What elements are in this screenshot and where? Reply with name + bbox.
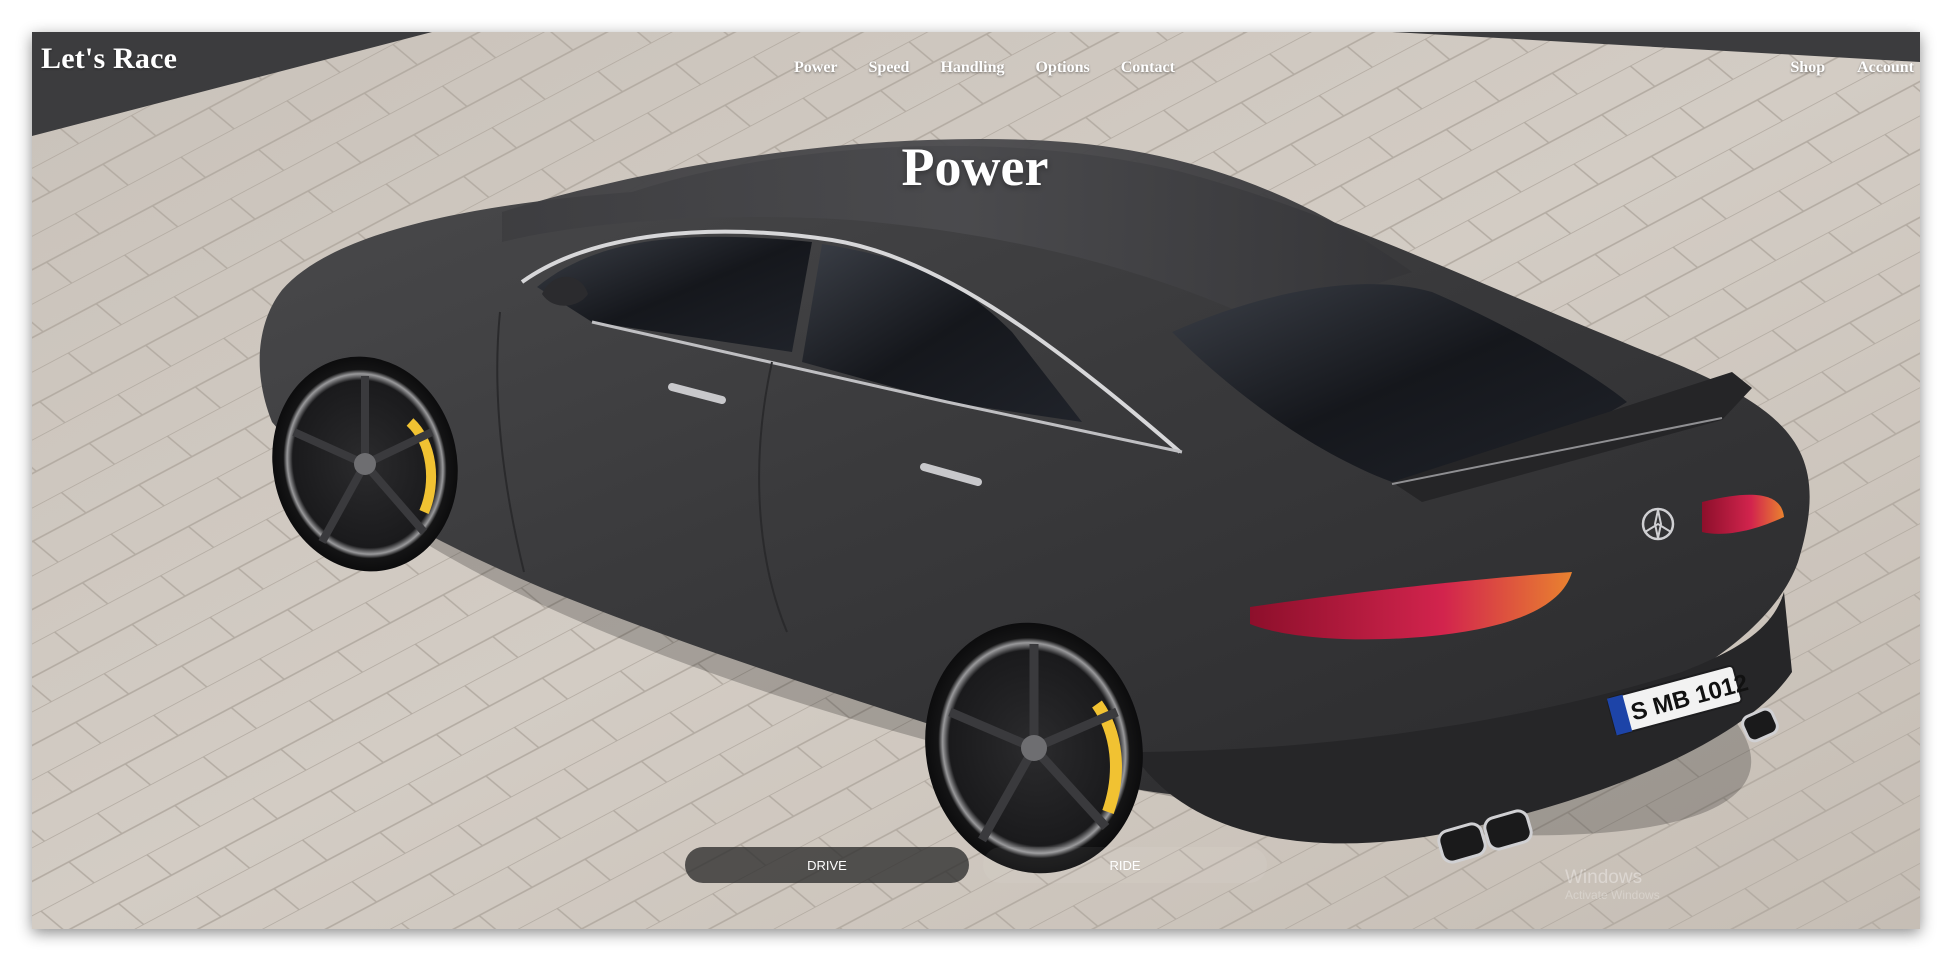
hero-image: S MB 1012 [32,32,1920,929]
main-nav: Power Speed Handling Options Contact [794,59,1175,77]
watermark-line2: Activate Windows [1565,887,1660,902]
nav-link-handling[interactable]: Handling [940,59,1004,77]
nav-link-speed[interactable]: Speed [869,59,910,77]
mode-buttons: DRIVE RIDE [685,847,1267,883]
activation-watermark: Windows Activate Windows [1565,867,1660,902]
nav-link-contact[interactable]: Contact [1121,59,1175,77]
nav-link-power[interactable]: Power [794,59,838,77]
nav-link-options[interactable]: Options [1035,59,1089,77]
brand-logo[interactable]: Let's Race [41,42,177,76]
app-window: S MB 1012 Let's Race Power Speed Handlin… [32,32,1920,929]
watermark-line1: Windows [1565,867,1643,888]
account-nav: Shop Account [1790,59,1914,77]
ride-button[interactable]: RIDE [983,847,1267,883]
drive-button[interactable]: DRIVE [685,847,969,883]
nav-link-account[interactable]: Account [1857,59,1914,77]
nav-link-shop[interactable]: Shop [1790,59,1825,77]
